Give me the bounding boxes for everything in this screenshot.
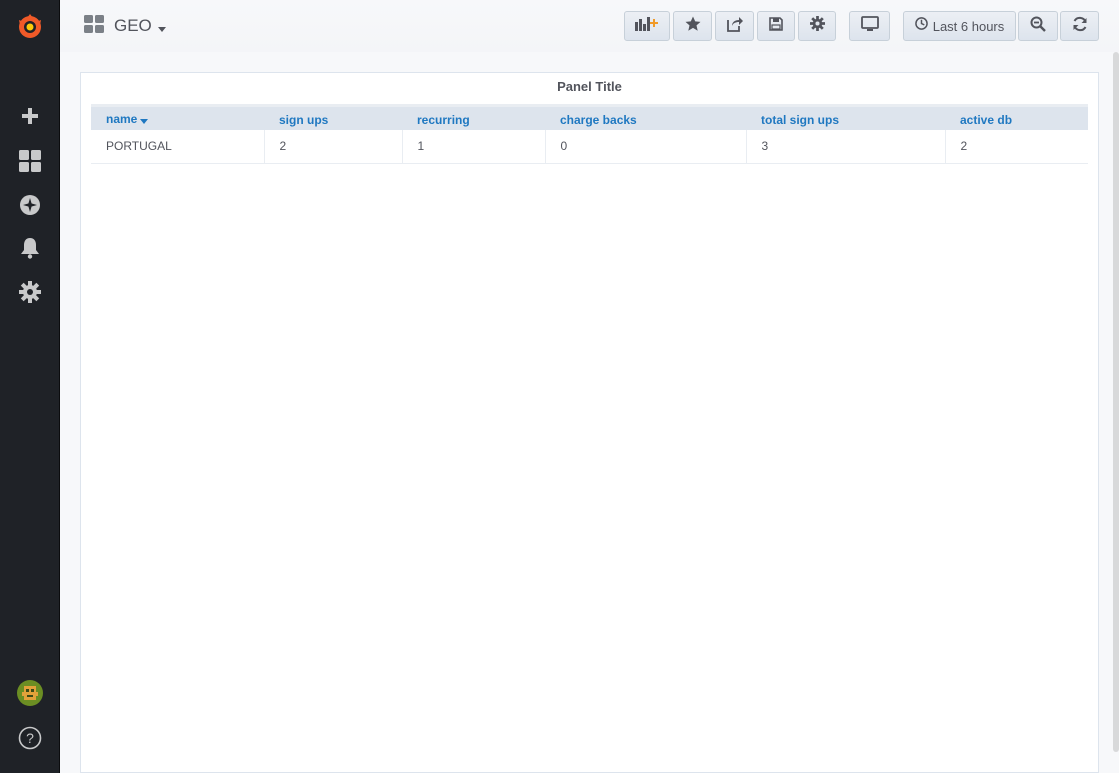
column-header-charge-backs[interactable]: charge backs [545,104,746,130]
zoom-out-button[interactable] [1018,11,1058,41]
table-cell: PORTUGAL [91,129,264,164]
dashboard-settings-button[interactable] [798,11,836,41]
vertical-scrollbar[interactable] [1113,52,1119,752]
column-header-sign-ups[interactable]: sign ups [264,104,402,130]
column-header-total-sign-ups[interactable]: total sign ups [746,104,945,130]
tv-mode-button[interactable] [849,11,890,41]
dashboards-icon[interactable] [0,141,60,181]
table-cell: 1 [401,129,545,164]
dashboard-picker[interactable]: GEO [84,14,166,38]
tv-monitor-icon [860,15,879,37]
column-header-name[interactable]: name [91,104,264,130]
sidebar: ? [0,0,60,773]
table-panel: Panel Title name sign ups recurring char… [80,72,1099,773]
settings-gear-icon [809,16,825,36]
share-icon [726,16,743,37]
table-header-row: name sign ups recurring charge backs tot… [91,104,1088,130]
sort-desc-icon [140,113,149,127]
data-table: name sign ups recurring charge backs tot… [91,104,1088,164]
grafana-logo-icon[interactable] [0,6,60,46]
caret-down-icon [157,19,166,37]
time-range-label: Last 6 hours [932,18,1005,34]
table-cell: 2 [263,129,402,164]
refresh-icon [1072,16,1088,37]
save-icon [769,16,783,36]
time-range-picker[interactable]: Last 6 hours [903,11,1016,41]
share-button[interactable] [715,11,754,41]
plus-icon[interactable] [0,96,60,136]
refresh-button[interactable] [1060,11,1099,41]
dashboard-grid-icon [84,14,104,38]
zoom-out-icon [1030,16,1046,37]
table-row: PORTUGAL 2 1 0 3 2 [91,129,1088,164]
column-header-active-db[interactable]: active db [945,104,1088,130]
column-header-label: name [106,112,138,127]
gear-icon[interactable] [0,272,60,312]
add-panel-button[interactable] [624,11,670,41]
help-label: ? [26,730,34,746]
add-panel-icon [635,16,659,37]
table-cell: 0 [544,129,746,164]
star-dashboard-button[interactable] [673,11,712,41]
navbar: GEO Last 6 hours [60,0,1119,52]
help-icon[interactable]: ? [0,718,60,758]
panel-title[interactable]: Panel Title [81,79,1098,94]
clock-icon [914,17,928,35]
table-cell: 2 [944,129,1088,164]
save-button[interactable] [757,11,795,41]
table-cell: 3 [745,129,945,164]
bell-icon[interactable] [0,228,60,268]
dashboard-title: GEO [114,16,152,35]
column-header-recurring[interactable]: recurring [402,104,545,130]
user-avatar-icon[interactable] [0,673,60,713]
star-icon [685,16,701,37]
explore-compass-icon[interactable] [0,185,60,225]
